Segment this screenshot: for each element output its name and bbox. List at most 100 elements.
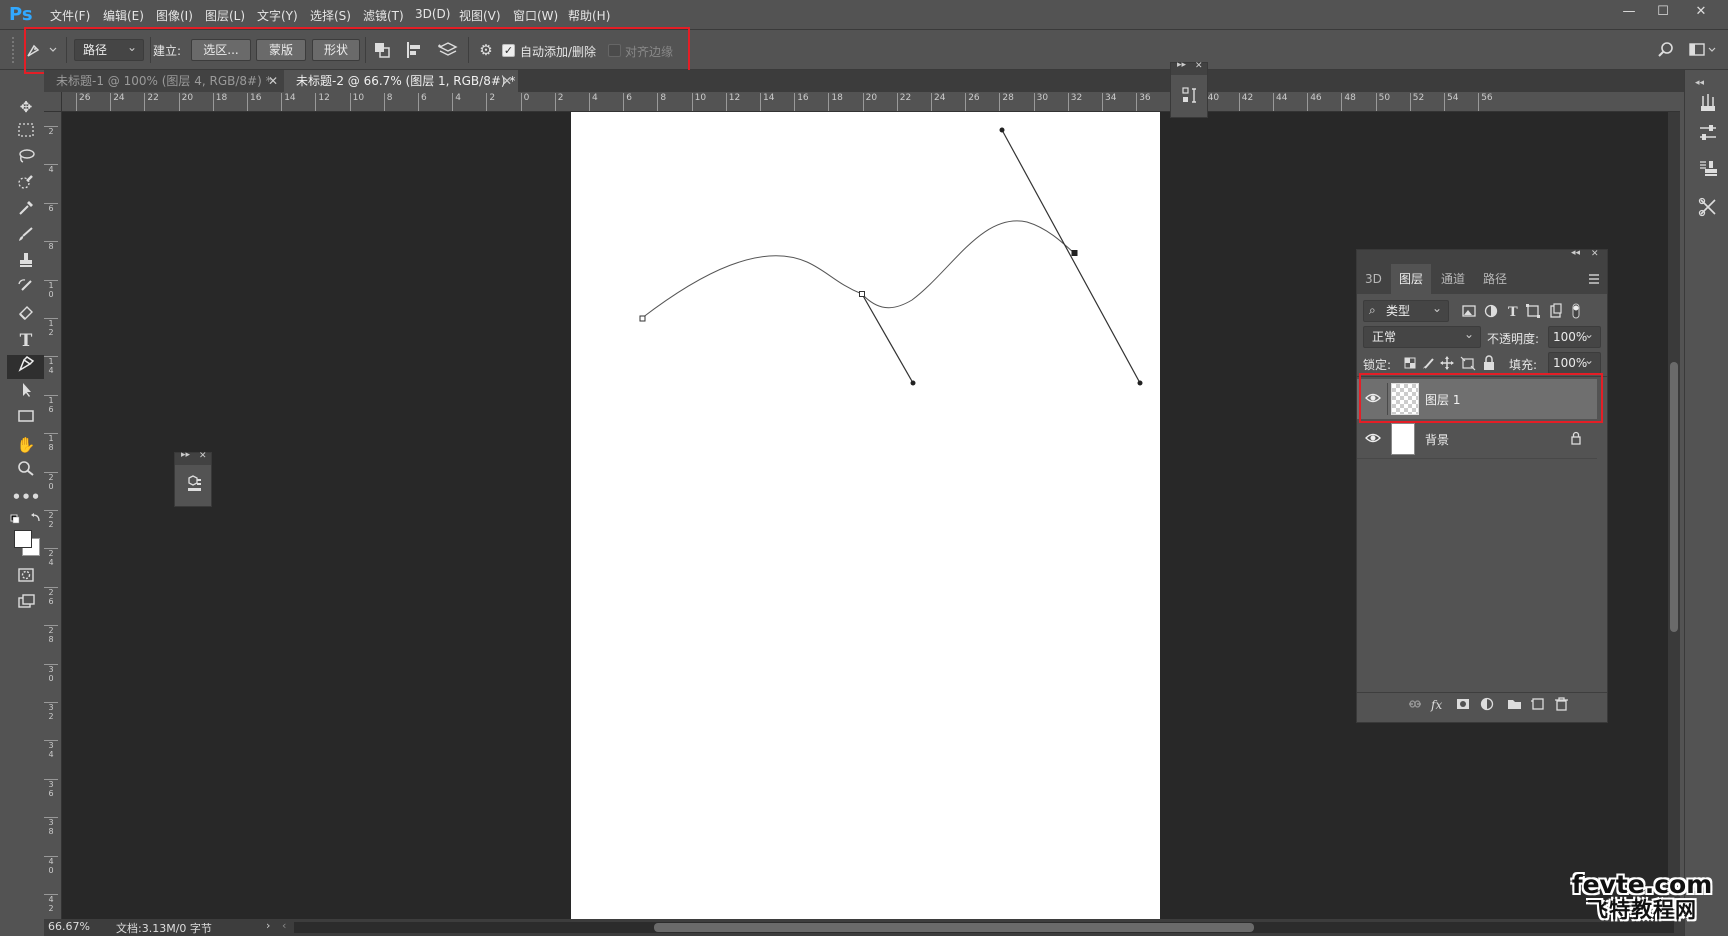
type-tool-icon[interactable]: T	[7, 329, 45, 353]
menu-file[interactable]: 文件(F)	[50, 7, 90, 24]
screen-mode-icon[interactable]	[7, 592, 45, 616]
expand-icon[interactable]: ▸▸	[1177, 60, 1186, 70]
vertical-scrollbar[interactable]	[1668, 112, 1680, 920]
ruler-tick-label: 26	[76, 93, 90, 111]
ruler-tick-label: 4	[589, 93, 598, 111]
layers-panel-header: ◂◂ ✕	[1357, 248, 1607, 264]
move-tool-icon[interactable]: ✥	[7, 95, 45, 119]
ruler-tick-label: 44	[1273, 93, 1287, 111]
visibility-eye-icon[interactable]	[1365, 431, 1381, 445]
layer-actions-icons[interactable]: fx	[1407, 696, 1597, 712]
filter-type-icons[interactable]: T	[1461, 302, 1601, 320]
blend-mode-select[interactable]: 正常	[1363, 324, 1481, 348]
path-selection-tool-icon[interactable]	[7, 381, 45, 405]
more-tools-icon[interactable]: •••	[7, 485, 45, 509]
quick-mask-icon[interactable]	[7, 566, 45, 590]
quick-selection-tool-icon[interactable]	[7, 173, 45, 197]
tab-document-2[interactable]: 未标题-2 @ 66.7% (图层 1, RGB/8#) * ✕	[284, 70, 518, 92]
history-panel-icon[interactable]	[1179, 85, 1201, 107]
menu-image[interactable]: 图像(I)	[156, 7, 193, 24]
tab-paths[interactable]: 路径	[1475, 264, 1515, 294]
rectangle-tool-icon[interactable]	[7, 407, 45, 431]
opacity-input[interactable]: 100%	[1548, 324, 1601, 348]
brush-presets-icon[interactable]	[1697, 92, 1719, 114]
layers-panel-footer: fx	[1357, 692, 1607, 714]
lock-icons[interactable]	[1403, 354, 1503, 372]
brush-tool-icon[interactable]	[7, 225, 45, 249]
menu-edit[interactable]: 编辑(E)	[103, 7, 144, 24]
lasso-tool-icon[interactable]	[7, 147, 45, 171]
marquee-tool-icon[interactable]	[7, 121, 45, 145]
anchor-point-selected	[1071, 250, 1078, 256]
dock-expand-icon[interactable]: ◂◂	[1695, 78, 1704, 88]
lock-icon[interactable]	[1569, 431, 1583, 445]
tab-layers[interactable]: 图层	[1391, 264, 1432, 294]
close-icon[interactable]: ✕	[1688, 4, 1714, 20]
layer-name[interactable]: 背景	[1425, 431, 1449, 448]
pen-tool-icon[interactable]	[7, 355, 45, 379]
scroll-left-arrow-icon[interactable]: ‹	[282, 919, 286, 932]
ruler-tick-label: 12	[315, 93, 330, 111]
horizontal-scrollbar-thumb[interactable]	[654, 923, 1254, 932]
tab-close-icon[interactable]: ✕	[268, 70, 278, 92]
menu-view[interactable]: 视图(V)	[459, 7, 501, 24]
tab-channels[interactable]: 通道	[1433, 264, 1473, 294]
eraser-tool-icon[interactable]	[7, 303, 45, 327]
ruler-tick-label: 3 4	[44, 740, 58, 759]
horizontal-scrollbar[interactable]	[294, 922, 1674, 933]
collapse-icon[interactable]: ◂◂	[1571, 248, 1580, 258]
ruler-tick-label: 18	[212, 93, 227, 111]
ruler-tick-label: 6	[623, 93, 632, 111]
layer-filter-select[interactable]: 类型	[1363, 298, 1449, 322]
ruler-tick-label: 1 4	[44, 356, 58, 375]
ruler-tick-label: 2 4	[44, 548, 58, 567]
ruler-tick-label: 1 2	[44, 318, 58, 337]
menu-select[interactable]: 选择(S)	[310, 7, 351, 24]
menu-window[interactable]: 窗口(W)	[513, 7, 558, 24]
minimize-icon[interactable]: —	[1616, 4, 1642, 20]
default-colors-icon[interactable]	[9, 512, 43, 526]
hand-tool-icon[interactable]: ✋	[7, 433, 45, 457]
close-icon[interactable]: ✕	[199, 451, 207, 461]
maximize-icon[interactable]: ☐	[1650, 4, 1676, 20]
close-icon[interactable]: ✕	[1195, 61, 1203, 71]
stamp-tool-icon[interactable]	[7, 251, 45, 275]
ruler-tick-label: 2 8	[44, 625, 58, 644]
menu-filter[interactable]: 滤镜(T)	[363, 7, 404, 24]
tab-3d[interactable]: 3D	[1357, 264, 1390, 294]
expand-icon[interactable]: ▸▸	[181, 450, 190, 460]
adjustments-icon[interactable]	[1697, 122, 1719, 144]
tool-presets-icon[interactable]	[1697, 196, 1719, 218]
3d-panel-icon[interactable]	[183, 473, 205, 495]
menu-type[interactable]: 文字(Y)	[257, 7, 298, 24]
panel-menu-icon[interactable]	[1587, 272, 1601, 286]
menu-help[interactable]: 帮助(H)	[568, 7, 610, 24]
status-menu-arrow-icon[interactable]: ›	[266, 919, 270, 932]
ruler-tick-label: 3 2	[44, 702, 58, 721]
zoom-level[interactable]: 66.67%	[48, 920, 90, 933]
ruler-origin[interactable]	[44, 92, 62, 112]
fill-input[interactable]: 100%	[1548, 350, 1601, 374]
menu-layer[interactable]: 图层(L)	[205, 7, 245, 24]
workspace-switcher-icon[interactable]	[1688, 40, 1718, 60]
ruler-tick-label: 1 6	[44, 394, 58, 414]
floating-panel-left: ▸▸ ✕	[174, 450, 212, 507]
layer-row-background[interactable]: 背景	[1357, 419, 1597, 459]
menu-3d[interactable]: 3D(D)	[415, 7, 450, 21]
tab-document-1[interactable]: 未标题-1 @ 100% (图层 4, RGB/8#) * ✕	[44, 70, 284, 92]
tab-close-icon[interactable]: ✕	[502, 70, 512, 92]
history-brush-tool-icon[interactable]	[7, 277, 45, 301]
eyedropper-tool-icon[interactable]	[7, 199, 45, 223]
close-icon[interactable]: ✕	[1591, 249, 1599, 259]
ruler-tick-label: 2	[554, 93, 564, 111]
color-swatches[interactable]	[12, 528, 42, 558]
ruler-tick-label: 6	[44, 202, 58, 213]
search-icon[interactable]	[1656, 40, 1676, 60]
clone-source-icon[interactable]	[1697, 158, 1719, 180]
foreground-color-swatch[interactable]	[14, 530, 32, 548]
ruler-tick-label: 56	[1478, 93, 1493, 111]
zoom-tool-icon[interactable]	[7, 459, 45, 483]
document-info[interactable]: 文档:3.13M/0 字节	[116, 920, 212, 936]
vertical-scrollbar-thumb[interactable]	[1670, 362, 1678, 632]
options-bar: 路径 建立: 选区... 蒙版 形状 ⚙ ✓ 自动添加/删除 对齐边缘	[0, 27, 1728, 74]
